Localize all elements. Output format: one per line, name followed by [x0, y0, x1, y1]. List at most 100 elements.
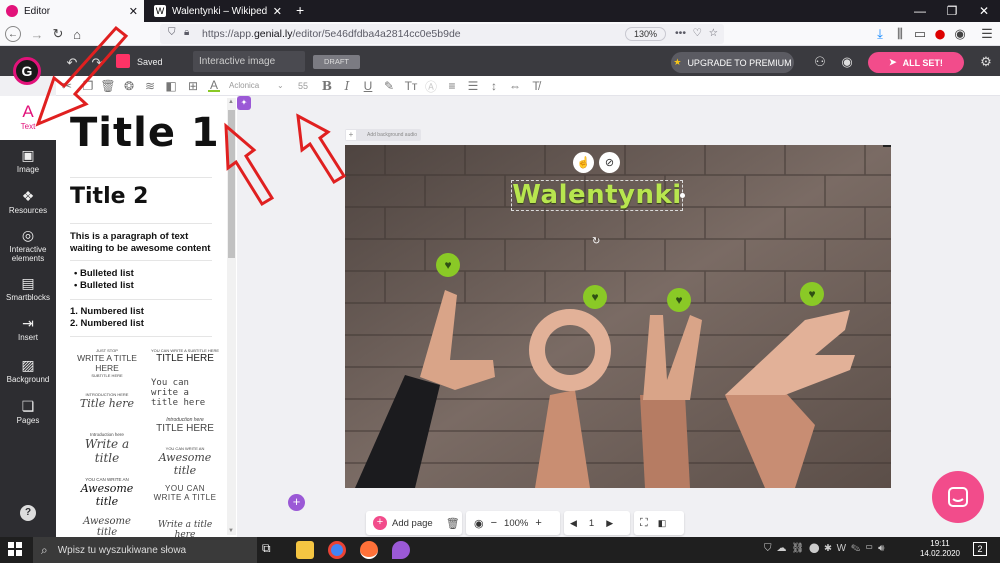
align-icon[interactable]: ◧: [163, 78, 179, 94]
close-window-icon[interactable]: ✕: [968, 0, 1000, 22]
back-icon[interactable]: ←: [5, 26, 21, 42]
interactive-heart-icon[interactable]: ♥: [800, 282, 824, 306]
no-interactivity-icon[interactable]: ⊘: [599, 152, 620, 173]
text-template[interactable]: Introduction here TITLE HERE: [151, 417, 219, 434]
text-template[interactable]: YOU CAN WRITE AN Awesome title: [72, 477, 142, 508]
text-template[interactable]: You can write a title here: [151, 378, 219, 408]
sidebar-item-insert[interactable]: ⇥ Insert: [0, 308, 56, 350]
font-family-select[interactable]: Aclonica ⌄: [229, 78, 289, 94]
toggle-panels-icon[interactable]: ◧: [658, 518, 667, 529]
next-page-icon[interactable]: ▶: [606, 518, 613, 529]
taskbar-clock[interactable]: 19:11 14.02.2020: [918, 539, 962, 559]
page-number[interactable]: 1: [589, 518, 594, 529]
chrome-icon[interactable]: [328, 541, 346, 559]
text-template[interactable]: Introduction here Write a title: [72, 432, 142, 465]
firefox-icon[interactable]: [360, 541, 378, 559]
numbered-list-preset[interactable]: 1. Numbered list 2. Numbered list: [70, 306, 144, 330]
task-view-icon[interactable]: ⧉: [262, 541, 280, 559]
rotate-handle-icon[interactable]: ↻: [592, 236, 600, 247]
add-page-button[interactable]: + Add page 🗑︎: [366, 511, 462, 535]
windows-start-icon[interactable]: [8, 542, 22, 556]
ungroup-icon[interactable]: ⊞: [185, 78, 201, 94]
extension-icon[interactable]: ◉: [951, 25, 969, 43]
preview-eye-icon[interactable]: ◉: [474, 517, 484, 530]
project-title-input[interactable]: Interactive image: [193, 51, 305, 72]
prev-page-icon[interactable]: ◀: [570, 518, 577, 529]
highlight-icon[interactable]: ✎: [381, 78, 397, 94]
add-element-button[interactable]: +: [288, 494, 305, 511]
maximize-icon[interactable]: ❐: [936, 0, 968, 22]
text-color-icon[interactable]: A: [206, 78, 222, 94]
paragraph-preset[interactable]: This is a paragraph of text waiting to b…: [70, 231, 215, 255]
text-template[interactable]: YOU CAN WRITE AN Awesome title: [151, 446, 219, 477]
close-tab-icon[interactable]: ✕: [129, 5, 138, 18]
all-set-button[interactable]: ➤ ALL SET!: [868, 52, 964, 73]
title2-preset[interactable]: Title 2: [70, 184, 149, 209]
sidebar-item-resources[interactable]: ❖ Resources: [0, 181, 56, 223]
bold-icon[interactable]: B: [319, 78, 335, 94]
list-icon[interactable]: ☰: [465, 78, 481, 94]
upgrade-premium-button[interactable]: ★ UPGRADE TO PREMIUM: [671, 52, 794, 73]
text-template[interactable]: YOU CAN WRITE A SUBTITLE HERE TITLE HERE: [151, 348, 219, 364]
downloads-icon[interactable]: ⤓: [871, 25, 889, 43]
trash-icon[interactable]: 🗑︎: [446, 517, 460, 530]
help-button[interactable]: ?: [20, 505, 36, 521]
interactive-heart-icon[interactable]: ♥: [436, 253, 460, 277]
interactivity-hand-icon[interactable]: ☝: [573, 152, 594, 173]
taskbar-search-input[interactable]: ⌕ Wpisz tu wyszukiwane słowa: [33, 537, 257, 563]
resize-handle[interactable]: [680, 193, 685, 198]
pocket-icon[interactable]: ♡: [693, 27, 702, 39]
text-template[interactable]: Awesome title: [72, 516, 142, 538]
preview-eye-icon[interactable]: ◉: [838, 53, 856, 71]
text-template[interactable]: INTRODUCTION HERE Title here: [72, 392, 142, 410]
bulleted-list-preset[interactable]: • Bulleted list • Bulleted list: [74, 268, 134, 292]
page-actions-icon[interactable]: •••: [675, 27, 686, 39]
align-text-icon[interactable]: ≡: [444, 78, 460, 94]
notifications-badge[interactable]: 2: [973, 542, 987, 556]
settings-gear-icon[interactable]: ⚙: [977, 53, 995, 71]
app-icon[interactable]: [392, 541, 410, 559]
system-tray-icons[interactable]: ⛉☁⛓⬤✱W✎▭🔊︎: [764, 543, 889, 554]
add-collaborator-icon[interactable]: ⚇: [811, 53, 829, 71]
library-icon[interactable]: ⫼: [891, 25, 909, 43]
underline-icon[interactable]: U: [360, 78, 376, 94]
browser-tab-wikipedia[interactable]: W Walentynki – Wikipedia, wolna ✕: [148, 0, 288, 22]
sidebar-item-pages[interactable]: ❏ Pages: [0, 391, 56, 433]
browser-tab-editor[interactable]: Editor ✕: [0, 0, 144, 22]
adblock-icon[interactable]: ⬤: [931, 25, 949, 43]
italic-icon[interactable]: I: [339, 78, 355, 94]
letter-spacing-icon[interactable]: ⇔: [507, 78, 523, 94]
pin-panel-icon[interactable]: ✦: [237, 96, 251, 110]
sidebar-item-interactive-elements[interactable]: ◎ Interactive elements: [0, 222, 56, 268]
interactive-heart-icon[interactable]: ♥: [583, 285, 607, 309]
minimize-icon[interactable]: —: [904, 0, 936, 22]
menu-hamburger-icon[interactable]: ☰: [978, 25, 996, 43]
support-chat-button[interactable]: [932, 471, 984, 523]
add-background-audio-button[interactable]: Add background audio: [345, 129, 421, 141]
fit-screen-icon[interactable]: ⛶: [640, 517, 648, 530]
file-explorer-icon[interactable]: [296, 541, 314, 559]
canvas-title-text[interactable]: Walentynki: [511, 180, 683, 211]
line-height-icon[interactable]: ↕: [486, 78, 502, 94]
clear-format-icon[interactable]: T̸: [528, 78, 544, 94]
text-template[interactable]: YOU CAN WRITE A TITLE: [151, 484, 219, 502]
text-template[interactable]: JUST STOP WRITE A TITLE HERE SUBTITLE HE…: [72, 348, 142, 378]
url-bar[interactable]: ⛉ 🔒︎ https://app. genial.ly/editor/5e46df…: [160, 24, 724, 44]
zoom-out-icon[interactable]: −: [491, 517, 497, 529]
layers-icon[interactable]: ≋: [142, 78, 158, 94]
font-size-input[interactable]: 55: [298, 78, 316, 94]
zoom-in-icon[interactable]: +: [535, 517, 541, 529]
text-shadow-icon[interactable]: Ⓐ: [423, 78, 439, 94]
sidebar-toggle-icon[interactable]: ▭: [911, 25, 929, 43]
scroll-down-icon[interactable]: ▼: [228, 528, 234, 534]
bookmark-star-icon[interactable]: ☆: [709, 27, 718, 39]
new-tab-button[interactable]: +: [296, 2, 304, 18]
interactive-heart-icon[interactable]: ♥: [667, 288, 691, 312]
sidebar-item-smartblocks[interactable]: ▤ Smartblocks: [0, 268, 56, 310]
close-tab-icon[interactable]: ✕: [273, 5, 282, 18]
text-transform-icon[interactable]: Tт: [403, 78, 419, 94]
scroll-up-icon[interactable]: ▲: [228, 99, 234, 105]
zoom-level-badge[interactable]: 130%: [624, 27, 666, 41]
sidebar-item-image[interactable]: ▣ Image: [0, 140, 56, 182]
sidebar-item-background[interactable]: ▨ Background: [0, 350, 56, 392]
